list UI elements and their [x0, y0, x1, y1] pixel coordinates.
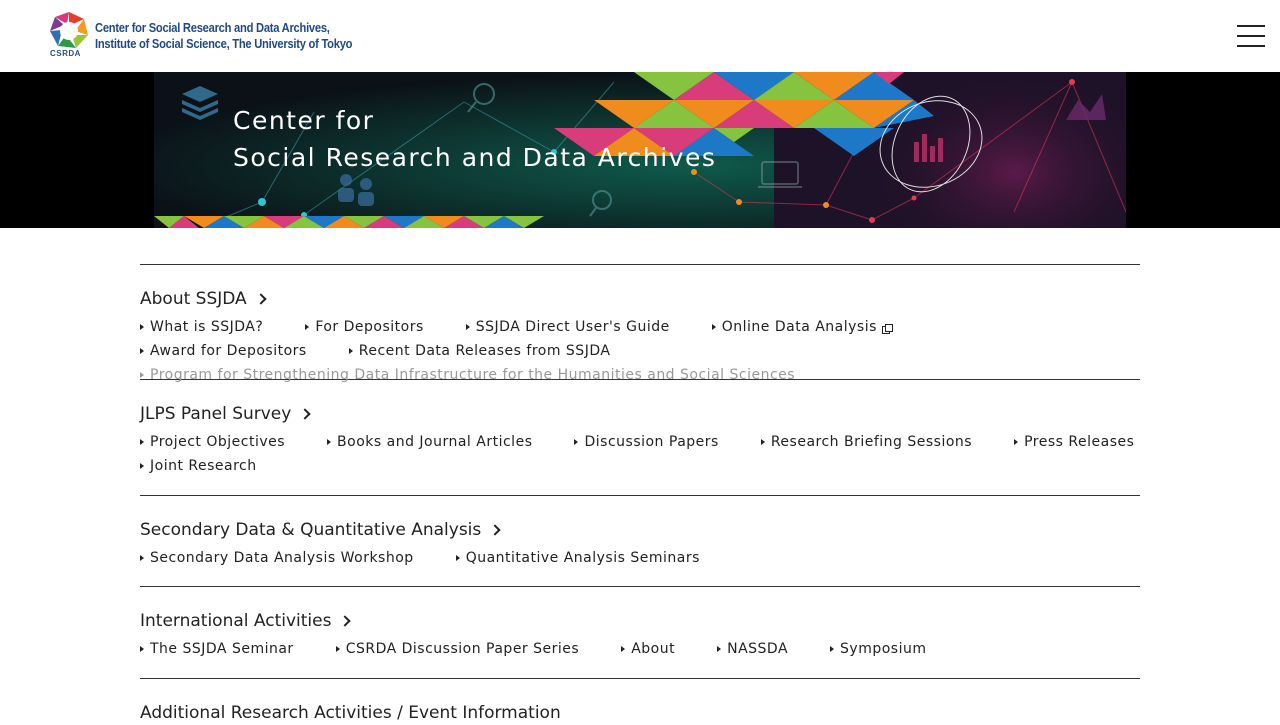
section-international-activities: International Activities The SSJDA Semin…: [140, 586, 1140, 678]
triangle-bullet-icon: [140, 646, 144, 652]
triangle-bullet-icon: [465, 324, 470, 330]
triangle-bullet-icon: [327, 439, 332, 445]
triangle-bullet-icon: [140, 439, 144, 445]
hero-banner-band: Center for Social Research and Data Arch…: [0, 72, 1280, 228]
chevron-right-icon: [255, 293, 267, 305]
link-online-data-analysis[interactable]: Online Data Analysis: [711, 315, 893, 339]
link-label: Online Data Analysis: [721, 319, 877, 335]
link-label: SSJDA Direct User's Guide: [475, 319, 670, 335]
logo-text: Center for Social Research and Data Arch…: [95, 20, 353, 52]
link-research-briefing-sessions[interactable]: Research Briefing Sessions: [760, 430, 973, 454]
hamburger-bar: [1237, 35, 1265, 37]
link-discussion-papers[interactable]: Discussion Papers: [574, 430, 718, 454]
link-secondary-data-workshop[interactable]: Secondary Data Analysis Workshop: [140, 546, 414, 570]
section-title-text: About SSJDA: [140, 289, 247, 309]
link-ssjda-direct-guide[interactable]: SSJDA Direct User's Guide: [465, 315, 670, 339]
section-about-ssjda: About SSJDA What is SSJDA? For Depositor…: [140, 264, 1140, 383]
link-project-objectives[interactable]: Project Objectives: [140, 430, 285, 454]
site-logo[interactable]: CSRDA Center for Social Research and Dat…: [48, 11, 394, 59]
section-title-additional-research[interactable]: Additional Research Activities / Event I…: [140, 701, 561, 725]
section-jlps-panel-survey: JLPS Panel Survey Project Objectives Boo…: [140, 379, 1140, 495]
link-joint-research[interactable]: Joint Research: [140, 454, 257, 478]
section-title-international[interactable]: International Activities: [140, 609, 352, 633]
link-label: Secondary Data Analysis Workshop: [150, 550, 414, 566]
triangle-bullet-icon: [305, 324, 310, 330]
section-title-text: Additional Research Activities / Event I…: [140, 703, 561, 723]
hero-banner: Center for Social Research and Data Arch…: [154, 72, 1126, 228]
link-label: CSRDA Discussion Paper Series: [345, 641, 580, 657]
link-what-is-ssjda[interactable]: What is SSJDA?: [140, 315, 263, 339]
section-additional-research: Additional Research Activities / Event I…: [140, 678, 1140, 723]
link-for-depositors[interactable]: For Depositors: [305, 315, 423, 339]
triangle-bullet-icon: [717, 646, 722, 652]
banner-title: Center for Social Research and Data Arch…: [233, 102, 716, 176]
link-press-releases[interactable]: Press Releases: [1014, 430, 1134, 454]
link-books-journal-articles[interactable]: Books and Journal Articles: [327, 430, 532, 454]
link-label: Symposium: [840, 641, 927, 657]
link-symposium[interactable]: Symposium: [830, 637, 926, 661]
site-header: CSRDA Center for Social Research and Dat…: [0, 0, 1280, 72]
link-label: The SSJDA Seminar: [150, 641, 294, 657]
chevron-right-icon: [299, 408, 312, 420]
link-csrda-discussion-paper-series[interactable]: CSRDA Discussion Paper Series: [335, 637, 580, 661]
triangle-bullet-icon: [1014, 439, 1019, 445]
triangle-bullet-icon: [140, 372, 144, 378]
link-award-for-depositors[interactable]: Award for Depositors: [140, 339, 307, 363]
triangle-bullet-icon: [348, 348, 353, 354]
link-label: Joint Research: [150, 458, 257, 474]
triangle-bullet-icon: [140, 324, 144, 330]
link-about[interactable]: About: [621, 637, 675, 661]
csrda-logo-icon: CSRDA: [48, 11, 90, 59]
section-title-text: Secondary Data & Quantitative Analysis: [140, 520, 482, 540]
hamburger-bar: [1237, 25, 1265, 27]
triangle-bullet-icon: [621, 646, 626, 652]
link-label: NASSDA: [727, 641, 789, 657]
link-label: Books and Journal Articles: [337, 434, 533, 450]
link-label: Recent Data Releases from SSJDA: [358, 343, 611, 359]
link-label: About: [631, 641, 676, 657]
chevron-right-icon: [339, 615, 352, 627]
link-label: Discussion Papers: [584, 434, 719, 450]
link-recent-data-releases[interactable]: Recent Data Releases from SSJDA: [348, 339, 611, 363]
link-quantitative-seminars[interactable]: Quantitative Analysis Seminars: [455, 546, 700, 570]
triangle-bullet-icon: [335, 646, 340, 652]
section-title-text: JLPS Panel Survey: [140, 404, 292, 424]
section-title-about-ssjda[interactable]: About SSJDA: [140, 287, 267, 311]
link-label: Quantitative Analysis Seminars: [465, 550, 700, 566]
nav-sections: About SSJDA What is SSJDA? For Depositor…: [140, 264, 1140, 723]
triangle-bullet-icon: [574, 439, 579, 445]
triangle-bullet-icon: [140, 348, 144, 354]
link-label: For Depositors: [315, 319, 424, 335]
logo-text-line1: Center for Social Research and Data Arch…: [95, 20, 330, 35]
banner-title-line2: Social Research and Data Archives: [233, 143, 717, 172]
link-label: What is SSJDA?: [150, 319, 264, 335]
link-data-infrastructure-program[interactable]: Program for Strengthening Data Infrastru…: [140, 363, 795, 387]
section-title-secondary-data[interactable]: Secondary Data & Quantitative Analysis: [140, 518, 501, 542]
section-title-jlps[interactable]: JLPS Panel Survey: [140, 402, 312, 426]
hamburger-bar: [1237, 45, 1265, 47]
banner-title-line1: Center for: [233, 106, 375, 135]
link-ssjda-seminar[interactable]: The SSJDA Seminar: [140, 637, 294, 661]
logo-text-line2: Institute of Social Science, The Univers…: [95, 36, 353, 51]
triangle-bullet-icon: [455, 555, 460, 561]
link-label: Program for Strengthening Data Infrastru…: [150, 367, 796, 383]
link-label: Press Releases: [1024, 434, 1135, 450]
triangle-bullet-icon: [140, 463, 144, 469]
link-nassda[interactable]: NASSDA: [717, 637, 788, 661]
triangle-bullet-icon: [711, 324, 716, 330]
link-label: Award for Depositors: [150, 343, 307, 359]
triangle-bullet-icon: [760, 439, 765, 445]
triangle-bullet-icon: [140, 555, 144, 561]
hamburger-menu-icon[interactable]: [1237, 24, 1265, 48]
logo-abbreviation: CSRDA: [50, 49, 81, 58]
external-link-icon: [881, 324, 893, 334]
chevron-right-icon: [489, 524, 501, 536]
section-title-text: International Activities: [140, 611, 332, 631]
section-secondary-data: Secondary Data & Quantitative Analysis S…: [140, 495, 1140, 586]
triangle-bullet-icon: [830, 646, 835, 652]
link-label: Research Briefing Sessions: [770, 434, 973, 450]
link-label: Project Objectives: [150, 434, 286, 450]
